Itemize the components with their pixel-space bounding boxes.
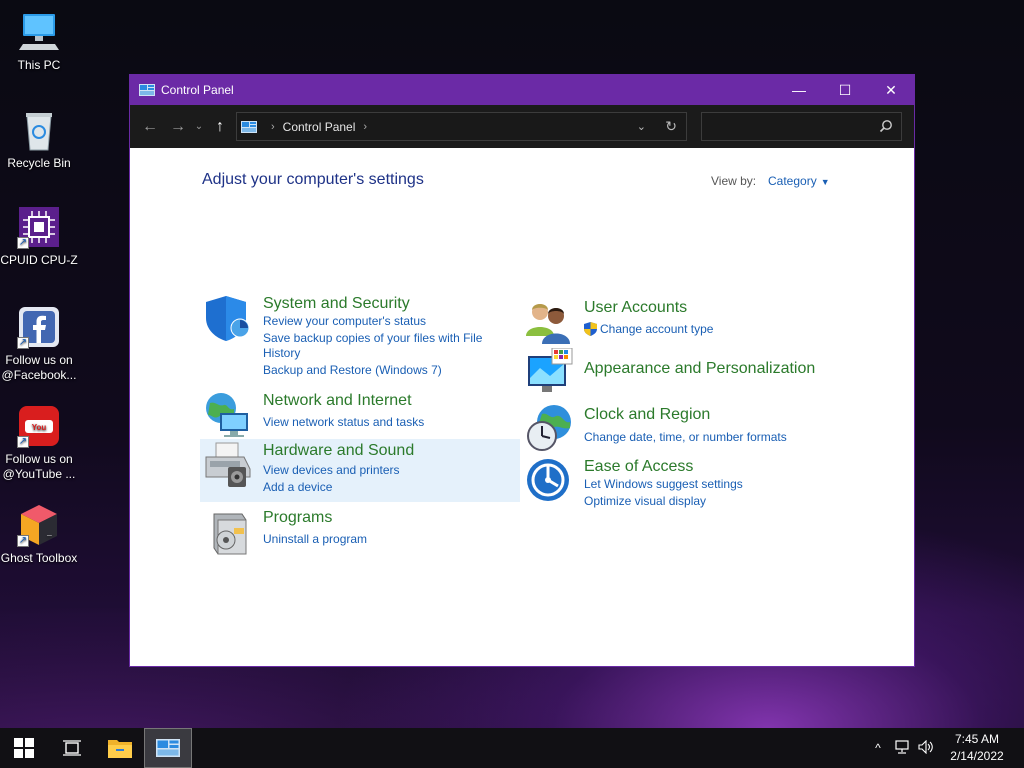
network-globe-icon[interactable] bbox=[204, 391, 252, 439]
search-icon[interactable] bbox=[879, 119, 893, 133]
uninstall-program-link[interactable]: Uninstall a program bbox=[263, 532, 367, 546]
taskbar: ^ 7:45 AM 2/14/2022 bbox=[0, 728, 1024, 768]
user-accounts-link[interactable]: User Accounts bbox=[584, 299, 687, 317]
taskbar-clock[interactable]: 7:45 AM 2/14/2022 bbox=[938, 731, 1016, 765]
navigation-bar: ← → ⌄ ↑ › Control Panel › ⌄ ↻ bbox=[130, 105, 914, 148]
appearance-and-personalization-link[interactable]: Appearance and Personalization bbox=[584, 360, 815, 378]
shortcut-arrow-icon: ↗ bbox=[17, 535, 29, 547]
ghost-toolbox-icon: _ ↗ bbox=[17, 503, 61, 547]
hardware-and-sound-link[interactable]: Hardware and Sound bbox=[263, 442, 414, 460]
desktop-icon-label: CPUID CPU-Z bbox=[0, 253, 78, 267]
programs-icon[interactable] bbox=[204, 508, 252, 556]
optimize-visual-display-link[interactable]: Optimize visual display bbox=[584, 494, 706, 508]
control-panel-taskbar-button[interactable] bbox=[144, 728, 192, 768]
maximize-button[interactable]: ☐ bbox=[822, 75, 868, 105]
search-input[interactable] bbox=[702, 113, 872, 140]
desktop-icon-label: This PC bbox=[17, 58, 61, 72]
control-panel-window: Control Panel — ☐ ✕ ← → ⌄ ↑ › Control Pa… bbox=[129, 74, 915, 667]
system-tray: ^ 7:45 AM 2/14/2022 bbox=[866, 728, 1024, 768]
shortcut-arrow-icon: ↗ bbox=[17, 237, 29, 249]
desktop-icon-label: Recycle Bin bbox=[7, 156, 71, 170]
desktop-icon-label: Follow us on @YouTube ... bbox=[2, 452, 76, 481]
clock-globe-icon[interactable] bbox=[526, 404, 574, 452]
shortcut-arrow-icon: ↗ bbox=[17, 337, 29, 349]
control-panel-icon bbox=[156, 739, 180, 757]
windows-logo-icon bbox=[14, 738, 34, 758]
svg-text:_: _ bbox=[46, 529, 52, 538]
page-heading: Adjust your computer's settings bbox=[202, 171, 424, 188]
clock-and-region-link[interactable]: Clock and Region bbox=[584, 406, 710, 424]
window-title: Control Panel bbox=[161, 83, 234, 97]
breadcrumb-separator[interactable]: › bbox=[363, 121, 367, 133]
control-panel-icon bbox=[139, 84, 155, 96]
date-time-formats-link[interactable]: Change date, time, or number formats bbox=[584, 430, 787, 444]
user-accounts-icon[interactable] bbox=[526, 298, 574, 346]
backup-restore-link[interactable]: Backup and Restore (Windows 7) bbox=[263, 363, 442, 377]
address-bar[interactable]: › Control Panel › ⌄ ↻ bbox=[236, 112, 687, 141]
volume-icon[interactable] bbox=[914, 739, 938, 757]
start-button[interactable] bbox=[0, 728, 48, 768]
breadcrumb-control-panel[interactable]: Control Panel bbox=[283, 120, 356, 134]
desktop-icon-this-pc[interactable]: This PC bbox=[0, 10, 78, 73]
title-bar[interactable]: Control Panel — ☐ ✕ bbox=[130, 75, 914, 105]
devices-printers-link[interactable]: View devices and printers bbox=[263, 463, 400, 477]
minimize-button[interactable]: — bbox=[776, 75, 822, 105]
network-icon[interactable] bbox=[890, 739, 914, 757]
refresh-icon[interactable]: ↻ bbox=[665, 118, 677, 135]
ease-of-access-icon[interactable] bbox=[526, 456, 574, 504]
file-history-link[interactable]: Save backup copies of your files with Fi… bbox=[263, 331, 482, 345]
control-panel-content: Adjust your computer's settings View by:… bbox=[130, 148, 914, 666]
programs-link[interactable]: Programs bbox=[263, 509, 332, 527]
close-button[interactable]: ✕ bbox=[868, 75, 914, 105]
computer-icon bbox=[17, 10, 61, 54]
youtube-icon: You ↗ bbox=[17, 404, 61, 448]
view-by-value[interactable]: Category bbox=[768, 174, 817, 188]
address-dropdown-icon[interactable]: ⌄ bbox=[637, 120, 646, 133]
desktop-icon-youtube[interactable]: You ↗ Follow us on @YouTube ... bbox=[0, 404, 78, 482]
review-status-link[interactable]: Review your computer's status bbox=[263, 314, 426, 328]
recent-locations-button[interactable]: ⌄ bbox=[192, 113, 206, 141]
view-by-label: View by: bbox=[711, 174, 757, 188]
desktop-icon-label: Ghost Toolbox bbox=[0, 551, 78, 565]
up-button[interactable]: ↑ bbox=[206, 113, 234, 141]
breadcrumb-separator[interactable]: › bbox=[271, 121, 275, 133]
task-view-button[interactable] bbox=[48, 728, 96, 768]
desktop-icon-label: Follow us on @Facebook... bbox=[1, 353, 77, 382]
shortcut-arrow-icon: ↗ bbox=[17, 436, 29, 448]
file-explorer-button[interactable] bbox=[96, 728, 144, 768]
desktop-icon-facebook[interactable]: ↗ Follow us on @Facebook... bbox=[0, 305, 78, 383]
printer-icon[interactable] bbox=[204, 441, 252, 489]
clock-time: 7:45 AM bbox=[954, 732, 1000, 746]
ease-of-access-link[interactable]: Ease of Access bbox=[584, 458, 693, 476]
file-history-link-cont[interactable]: History bbox=[263, 346, 300, 360]
network-status-link[interactable]: View network status and tasks bbox=[263, 415, 424, 429]
svg-text:You: You bbox=[32, 423, 47, 432]
control-panel-icon bbox=[241, 120, 257, 133]
view-by-dropdown[interactable]: Category ▼ bbox=[768, 174, 830, 188]
desktop-icon-cpuz[interactable]: ↗ CPUID CPU-Z bbox=[0, 205, 78, 268]
folder-icon bbox=[108, 740, 132, 758]
network-and-internet-link[interactable]: Network and Internet bbox=[263, 392, 412, 410]
show-hidden-icons-chevron-icon[interactable]: ^ bbox=[866, 741, 890, 755]
add-device-link[interactable]: Add a device bbox=[263, 480, 332, 494]
facebook-icon: ↗ bbox=[17, 305, 61, 349]
back-button[interactable]: ← bbox=[136, 113, 164, 141]
change-account-type-link[interactable]: Change account type bbox=[600, 322, 713, 336]
system-and-security-link[interactable]: System and Security bbox=[263, 295, 410, 313]
task-view-icon bbox=[63, 740, 81, 756]
windows-suggest-settings-link[interactable]: Let Windows suggest settings bbox=[584, 477, 743, 491]
forward-button[interactable]: → bbox=[164, 113, 192, 141]
cpu-z-icon: ↗ bbox=[17, 205, 61, 249]
shield-icon[interactable] bbox=[204, 294, 252, 342]
uac-shield-icon bbox=[584, 322, 597, 336]
dropdown-caret-icon[interactable]: ▼ bbox=[821, 177, 830, 187]
recycle-bin-icon bbox=[17, 108, 61, 152]
desktop-icon-recycle-bin[interactable]: Recycle Bin bbox=[0, 108, 78, 171]
desktop-icon-ghost-toolbox[interactable]: _ ↗ Ghost Toolbox bbox=[0, 503, 78, 566]
search-box[interactable] bbox=[701, 112, 902, 141]
appearance-icon[interactable] bbox=[526, 348, 574, 396]
clock-date: 2/14/2022 bbox=[950, 749, 1004, 763]
